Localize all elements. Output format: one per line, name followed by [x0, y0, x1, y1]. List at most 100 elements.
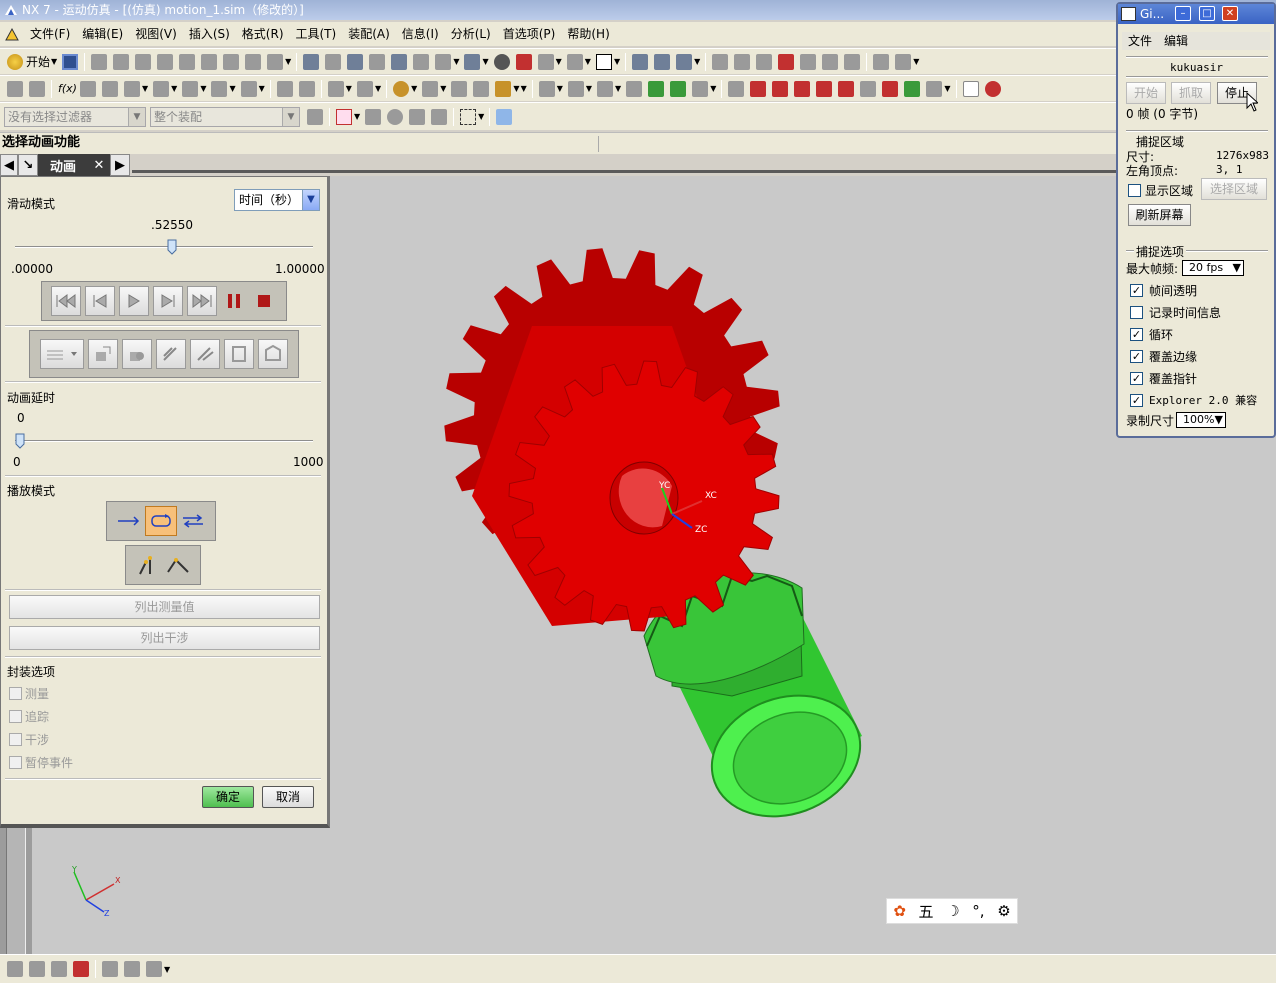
- settings-gear-icon[interactable]: ⚙: [997, 902, 1010, 920]
- chevron-down-icon[interactable]: ▼: [128, 107, 145, 126]
- cover-cursor-checkbox[interactable]: ✓ 覆盖指针: [1130, 370, 1197, 387]
- moon-icon[interactable]: ☽: [946, 902, 959, 920]
- dropdown-icon[interactable]: ▼: [354, 112, 360, 121]
- tab-scroll-left[interactable]: ◀: [0, 154, 18, 176]
- dropdown-icon[interactable]: ▼: [411, 84, 417, 93]
- fast-forward-button[interactable]: [187, 286, 217, 316]
- analysis-icon[interactable]: [567, 80, 584, 97]
- export-2-button[interactable]: [122, 339, 152, 369]
- snap-2-icon[interactable]: [734, 53, 751, 70]
- explorer-compat-checkbox[interactable]: ✓ Explorer 2.0 兼容: [1130, 392, 1257, 408]
- new-doc-icon[interactable]: [962, 80, 979, 97]
- function-icon[interactable]: f(x): [58, 81, 77, 97]
- dropdown-icon[interactable]: ▼: [556, 57, 562, 66]
- step-mode-1-button[interactable]: [133, 550, 163, 580]
- dropdown-icon[interactable]: ▼: [710, 84, 716, 93]
- list-measures-button[interactable]: 列出测量值: [9, 595, 320, 619]
- max-fps-select[interactable]: 20 fps ▼: [1182, 260, 1244, 276]
- minimize-icon[interactable]: –: [1175, 6, 1191, 21]
- menu-format[interactable]: 格式(R): [236, 22, 290, 46]
- step-forward-icon[interactable]: [816, 80, 833, 97]
- checkbox-box[interactable]: [9, 710, 22, 723]
- undo-icon[interactable]: [179, 53, 196, 70]
- contact-icon[interactable]: [276, 80, 293, 97]
- step-mode-2-button[interactable]: [163, 550, 193, 580]
- status-part-icon[interactable]: [73, 961, 89, 977]
- dropdown-icon[interactable]: ▼: [913, 57, 919, 66]
- repeat-icon[interactable]: [201, 53, 218, 70]
- show-area-checkbox[interactable]: 显示区域: [1128, 182, 1193, 199]
- dropdown-icon[interactable]: ▼: [229, 84, 235, 93]
- export-1-button[interactable]: [88, 339, 118, 369]
- zoom-in-icon[interactable]: [347, 53, 364, 70]
- paw-icon[interactable]: ✿: [893, 902, 906, 920]
- rotate-icon[interactable]: [391, 53, 408, 70]
- slide-mode-combo[interactable]: 时间（秒） ▼: [234, 189, 320, 211]
- record-size-select[interactable]: 100% ▼: [1176, 412, 1226, 428]
- dropdown-icon[interactable]: ▼: [586, 84, 592, 93]
- layout-icon[interactable]: [566, 53, 583, 70]
- render-style-icon[interactable]: [493, 53, 510, 70]
- dropdown-icon[interactable]: ▼: [346, 84, 352, 93]
- copy-motion-icon[interactable]: [473, 80, 490, 97]
- record-icon[interactable]: [984, 80, 1001, 97]
- tab-animation[interactable]: 动画: [38, 154, 88, 176]
- solution-icon[interactable]: [327, 80, 344, 97]
- drivers-icon[interactable]: [393, 80, 410, 97]
- binoculars-icon[interactable]: [267, 53, 284, 70]
- checkbox-box[interactable]: [9, 687, 22, 700]
- dropdown-icon[interactable]: ▼: [557, 84, 563, 93]
- export-6-button[interactable]: [258, 339, 288, 369]
- filter-settings-icon[interactable]: [307, 108, 323, 125]
- dropdown-icon[interactable]: ▼: [694, 57, 700, 66]
- graph-icon[interactable]: [495, 80, 512, 97]
- dropdown-icon[interactable]: ▼: [259, 84, 265, 93]
- fit-view-icon[interactable]: [303, 53, 320, 70]
- menu-view[interactable]: 视图(V): [129, 22, 183, 46]
- interference-checkbox[interactable]: 干涉: [9, 731, 49, 748]
- cover-edge-checkbox[interactable]: ✓ 覆盖边缘: [1130, 348, 1197, 365]
- checkbox-checked[interactable]: ✓: [1130, 350, 1143, 363]
- dropdown-icon[interactable]: ▼: [142, 84, 148, 93]
- export-4-button[interactable]: [190, 339, 220, 369]
- perspective-icon[interactable]: [435, 53, 452, 70]
- torque-icon[interactable]: [211, 80, 228, 97]
- selection-filter-combo[interactable]: 没有选择过滤器 ▼: [4, 106, 146, 127]
- dropdown-icon[interactable]: ▼: [171, 84, 177, 93]
- menu-assembly[interactable]: 装配(A): [342, 22, 396, 46]
- list-interference-button[interactable]: 列出干涉: [9, 626, 320, 650]
- ok-button[interactable]: 确定: [202, 786, 254, 808]
- chevron-down-icon[interactable]: ▼: [302, 190, 319, 210]
- redo-icon[interactable]: [223, 53, 240, 70]
- playback-mode-icon[interactable]: [904, 80, 921, 97]
- status-wrench-icon[interactable]: [29, 961, 45, 977]
- sensor-icon[interactable]: [356, 80, 373, 97]
- step-back-icon[interactable]: [772, 80, 789, 97]
- menu-preferences[interactable]: 首选项(P): [497, 22, 562, 46]
- checkbox-checked[interactable]: ✓: [1130, 372, 1143, 385]
- gif-menu-edit[interactable]: 编辑: [1158, 32, 1194, 50]
- trace-checkbox[interactable]: 追踪: [9, 708, 49, 725]
- motion-nav-icon[interactable]: [29, 80, 45, 97]
- snap-6-icon[interactable]: [822, 53, 839, 70]
- marker-icon[interactable]: [240, 80, 257, 97]
- cut-icon[interactable]: [91, 53, 108, 70]
- zoom-icon[interactable]: [325, 53, 342, 70]
- dropdown-icon[interactable]: ▼: [521, 84, 527, 93]
- snap-5-icon[interactable]: [800, 53, 817, 70]
- tools-icon[interactable]: [245, 53, 262, 70]
- dropdown-icon[interactable]: ▼: [482, 57, 488, 66]
- rewind-button[interactable]: [51, 286, 81, 316]
- chevron-down-icon[interactable]: ▼: [282, 107, 299, 126]
- checkbox-box[interactable]: [1130, 306, 1143, 319]
- cancel-button[interactable]: 取消: [262, 786, 314, 808]
- status-assembly-icon[interactable]: [51, 961, 67, 977]
- gif-capture-button[interactable]: 抓取: [1171, 82, 1211, 104]
- zoom-window-icon[interactable]: [369, 53, 386, 70]
- checkbox-box[interactable]: [9, 733, 22, 746]
- menu-edit[interactable]: 编辑(E): [76, 22, 129, 46]
- select-feature-icon[interactable]: [431, 108, 448, 125]
- loop-checkbox[interactable]: ✓ 循环: [1130, 326, 1173, 343]
- snap-point-icon[interactable]: [336, 108, 352, 125]
- results-icon[interactable]: [626, 80, 643, 97]
